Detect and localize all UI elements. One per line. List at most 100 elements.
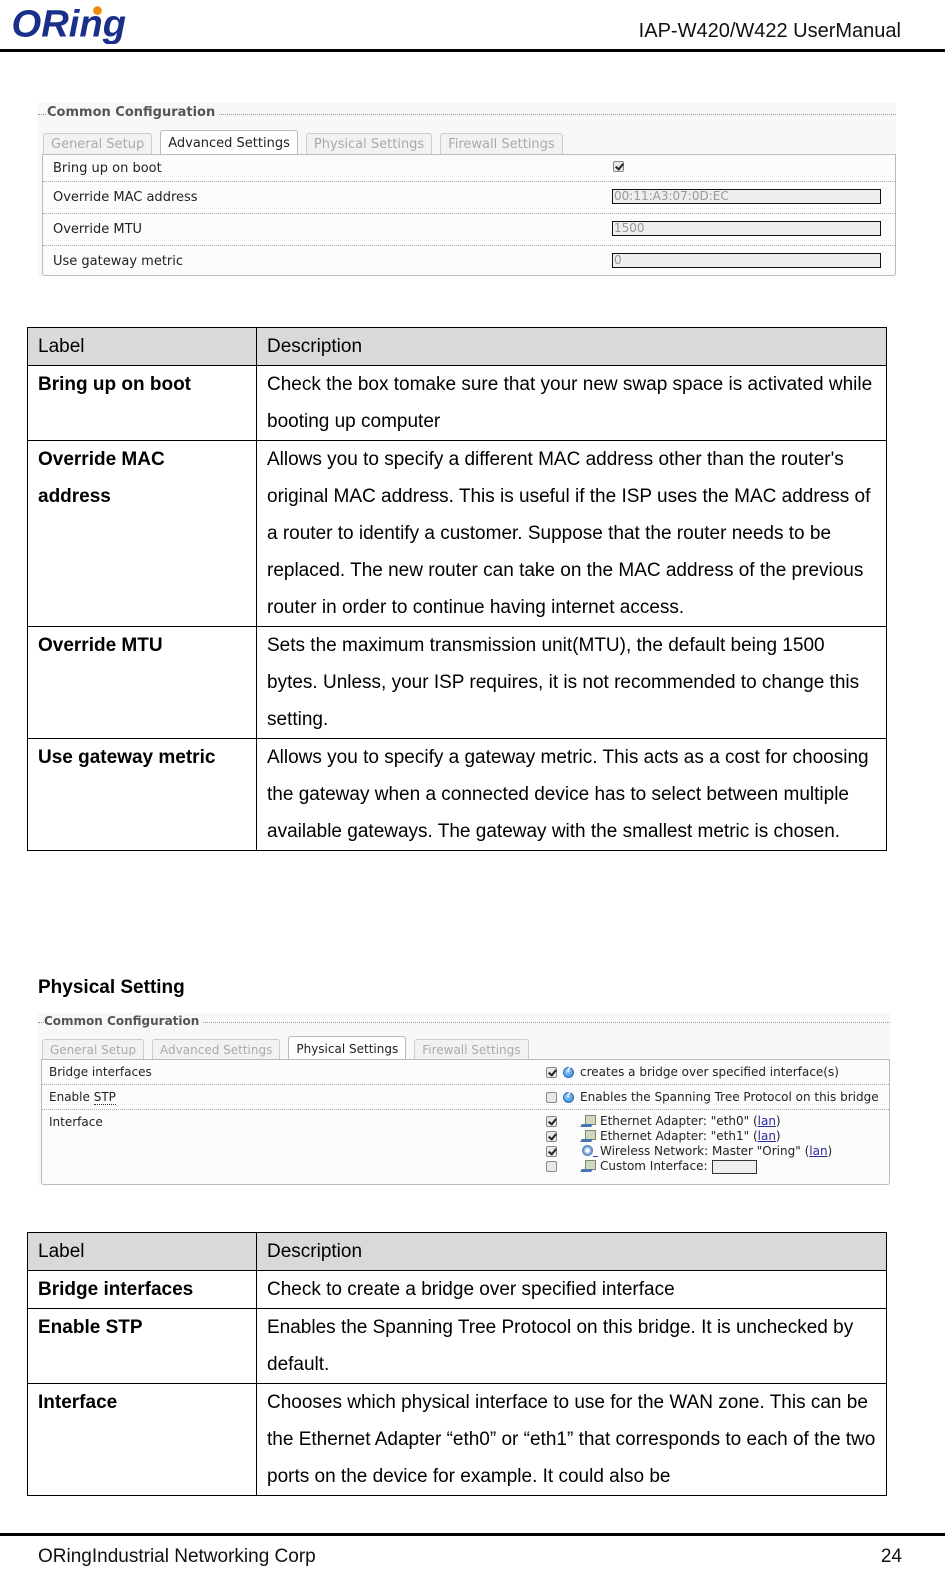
interface-option-wireless: Wireless Network: Master "Oring" (lan) xyxy=(546,1144,832,1159)
gateway-metric-input[interactable]: 0 xyxy=(612,253,881,268)
footer-divider xyxy=(0,1533,945,1536)
page-header: ORing IAP-W420/W422 UserManual xyxy=(0,0,945,52)
paren: ) xyxy=(775,1114,781,1128)
lan-link[interactable]: lan xyxy=(809,1144,827,1159)
paren: ) xyxy=(775,1129,781,1143)
tab-firewall-settings[interactable]: Firewall Settings xyxy=(414,1039,529,1059)
help-icon[interactable] xyxy=(563,1065,574,1078)
interface-option-text: Ethernet Adapter: "eth0" ( xyxy=(600,1114,758,1128)
tab-bar: General Setup Advanced Settings Physical… xyxy=(42,1036,537,1059)
mac-address-input[interactable]: 00:11:A3:07:0D:EC xyxy=(612,189,881,204)
config-row-enable-stp: Enable STP Enables the Spanning Tree Pro… xyxy=(42,1085,889,1110)
footer-company: ORingIndustrial Networking Corp xyxy=(38,1546,316,1567)
config-row-override-mtu: Override MTU 1500 xyxy=(43,214,895,246)
tab-firewall-settings[interactable]: Firewall Settings xyxy=(440,133,563,155)
custom-interface-input[interactable] xyxy=(711,1159,757,1174)
row-label: Bring up on boot xyxy=(27,365,257,441)
oring-logo: ORing xyxy=(12,2,127,44)
row-description: Sets the maximum transmission unit(MTU),… xyxy=(256,626,887,739)
interface-option-text: Wireless Network: Master "Oring" ( xyxy=(600,1144,810,1158)
bridge-interfaces-checkbox[interactable] xyxy=(546,1066,557,1078)
row-description: Check to create a bridge over specified … xyxy=(256,1270,887,1309)
logo-accent-dot xyxy=(93,6,102,15)
table-row: Interface Chooses which physical interfa… xyxy=(27,1383,887,1496)
tab-advanced-settings[interactable]: Advanced Settings xyxy=(152,1039,281,1059)
stp-label-prefix: Enable xyxy=(49,1090,94,1104)
row-description: Chooses which physical interface to use … xyxy=(256,1383,887,1496)
fieldset-legend: Common Configuration xyxy=(47,105,219,120)
config-row-bridge-interfaces: Bridge interfaces creates a bridge over … xyxy=(42,1060,889,1085)
interface-options: Ethernet Adapter: "eth0" (lan) Ethernet … xyxy=(546,1114,832,1174)
tab-physical-settings[interactable]: Physical Settings xyxy=(305,133,433,155)
bridge-help-text: creates a bridge over specified interfac… xyxy=(580,1065,839,1079)
header-label: Label xyxy=(27,327,257,366)
row-label: Use gateway metric xyxy=(53,254,184,269)
interface-option-text: Ethernet Adapter: "eth1" ( xyxy=(600,1129,758,1143)
header-description: Description xyxy=(256,1232,887,1271)
lan-link[interactable]: lan xyxy=(758,1129,776,1144)
advanced-settings-screenshot: Common Configuration General Setup Advan… xyxy=(38,103,896,276)
row-label: Interface xyxy=(27,1383,257,1496)
interface-checkbox[interactable] xyxy=(546,1146,557,1157)
config-body: Bring up on boot Override MAC address 00… xyxy=(42,154,896,276)
table-row: Use gateway metric Allows you to specify… xyxy=(27,738,887,851)
interface-option-eth0: Ethernet Adapter: "eth0" (lan) xyxy=(546,1114,832,1129)
row-label: Override MAC address xyxy=(53,190,198,205)
section-heading-physical-setting: Physical Setting xyxy=(38,977,185,998)
row-label: Bridge interfaces xyxy=(27,1270,257,1309)
bring-up-on-boot-checkbox[interactable] xyxy=(613,161,624,172)
header-divider xyxy=(0,49,945,52)
fieldset-legend: Common Configuration xyxy=(44,1014,203,1028)
config-row-bring-up-on-boot: Bring up on boot xyxy=(43,155,895,182)
row-description: Enables the Spanning Tree Protocol on th… xyxy=(256,1308,887,1384)
advanced-settings-table: Label Description Bring up on boot Check… xyxy=(27,327,887,851)
row-label: Enable STP xyxy=(27,1308,257,1384)
page-number: 24 xyxy=(880,1546,902,1567)
row-label: Override MTU xyxy=(27,626,257,739)
lan-link[interactable]: lan xyxy=(758,1114,776,1129)
enable-stp-checkbox[interactable] xyxy=(546,1091,557,1103)
interface-checkbox[interactable] xyxy=(546,1161,557,1172)
physical-settings-table: Label Description Bridge interfaces Chec… xyxy=(27,1232,887,1496)
stp-abbreviation: STP xyxy=(93,1090,116,1105)
row-label: Enable STP xyxy=(49,1090,116,1105)
interface-option-eth1: Ethernet Adapter: "eth1" (lan) xyxy=(546,1129,832,1144)
row-label: Use gateway metric xyxy=(27,738,257,851)
row-description: Check the box tomake sure that your new … xyxy=(256,365,887,441)
manual-title: IAP-W420/W422 UserManual xyxy=(638,20,901,42)
tab-general-setup[interactable]: General Setup xyxy=(42,1039,145,1059)
config-body: Bridge interfaces creates a bridge over … xyxy=(41,1059,890,1185)
ethernet-adapter-icon xyxy=(581,1160,596,1173)
physical-settings-screenshot: Common Configuration General Setup Advan… xyxy=(38,1013,890,1185)
table-row: Enable STP Enables the Spanning Tree Pro… xyxy=(27,1308,887,1384)
ethernet-adapter-icon xyxy=(581,1115,596,1128)
table-header-row: Label Description xyxy=(27,327,887,366)
row-label: Override MAC address xyxy=(27,440,257,627)
header-label: Label xyxy=(27,1232,257,1271)
row-description: Allows you to specify a different MAC ad… xyxy=(256,440,887,627)
config-row-interface: Interface Ethernet Adapter: "eth0" (lan)… xyxy=(42,1110,889,1185)
table-row: Override MTU Sets the maximum transmissi… xyxy=(27,626,887,739)
help-icon[interactable] xyxy=(563,1090,574,1103)
tab-physical-settings[interactable]: Physical Settings xyxy=(288,1036,407,1059)
interface-checkbox[interactable] xyxy=(546,1116,557,1127)
interface-checkbox[interactable] xyxy=(546,1131,557,1142)
row-description: Allows you to specify a gateway metric. … xyxy=(256,738,887,851)
tab-general-setup[interactable]: General Setup xyxy=(43,133,153,155)
logo-text: ORing xyxy=(12,2,127,44)
ethernet-adapter-icon xyxy=(581,1130,596,1143)
row-label: Bring up on boot xyxy=(53,161,162,176)
config-row-override-mac: Override MAC address 00:11:A3:07:0D:EC xyxy=(43,182,895,214)
stp-help-text: Enables the Spanning Tree Protocol on th… xyxy=(580,1090,879,1104)
tab-bar: General Setup Advanced Settings Physical… xyxy=(43,130,571,155)
wireless-network-icon xyxy=(581,1145,598,1158)
tab-advanced-settings[interactable]: Advanced Settings xyxy=(160,130,298,155)
mtu-input[interactable]: 1500 xyxy=(612,221,881,236)
header-description: Description xyxy=(256,327,887,366)
interface-option-custom: Custom Interface: xyxy=(546,1159,832,1174)
interface-option-text: Custom Interface: xyxy=(600,1159,708,1173)
table-row: Bring up on boot Check the box tomake su… xyxy=(27,365,887,441)
table-header-row: Label Description xyxy=(27,1232,887,1271)
row-label: Bridge interfaces xyxy=(49,1065,152,1079)
table-row: Override MAC address Allows you to speci… xyxy=(27,440,887,627)
